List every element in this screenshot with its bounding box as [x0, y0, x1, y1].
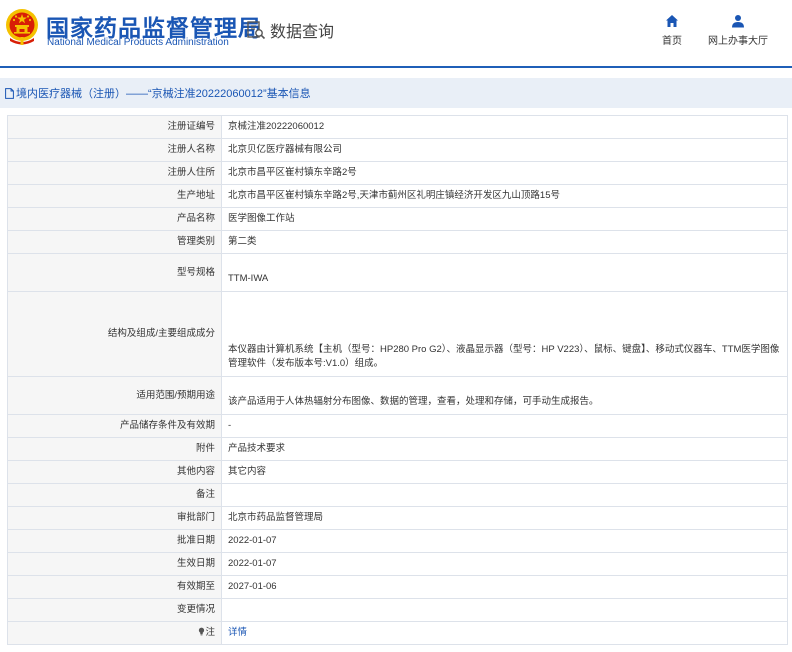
table-row: 批准日期 2022-01-07	[7, 529, 788, 553]
row-label: 注册证编号	[7, 115, 222, 139]
row-label: 审批部门	[7, 506, 222, 530]
row-value: 医学图像工作站	[221, 207, 788, 231]
table-row: 生产地址 北京市昌平区崔村镇东辛路2号,天津市蓟州区礼明庄镇经济开发区九山顶路1…	[7, 184, 788, 208]
row-label: 备注	[7, 483, 222, 507]
table-row: 注册证编号 京械注准20222060012	[7, 115, 788, 139]
row-label: 批准日期	[7, 529, 222, 553]
data-query-link[interactable]: 数据查询	[246, 18, 334, 42]
row-label: 注册人名称	[7, 138, 222, 162]
row-label-text: 注	[205, 627, 215, 638]
table-row: 产品名称 医学图像工作站	[7, 207, 788, 231]
row-value: 该产品适用于人体热辐射分布图像、数据的管理，查看，处理和存储，可手动生成报告。	[221, 376, 788, 415]
row-label-note: 注	[7, 621, 222, 645]
row-label: 适用范围/预期用途	[7, 376, 222, 415]
row-value: 京械注准20222060012	[221, 115, 788, 139]
row-label: 管理类别	[7, 230, 222, 254]
row-label: 型号规格	[7, 253, 222, 292]
data-query-label: 数据查询	[270, 24, 335, 41]
row-value: 北京市昌平区崔村镇东辛路2号,天津市蓟州区礼明庄镇经济开发区九山顶路15号	[221, 184, 788, 208]
row-value: 北京贝亿医疗器械有限公司	[221, 138, 788, 162]
nav-online-hall-label: 网上办事大厅	[708, 36, 768, 47]
document-icon	[5, 87, 14, 99]
document-search-icon	[247, 21, 266, 40]
detail-table: 注册证编号 京械注准20222060012 注册人名称 北京贝亿医疗器械有限公司…	[7, 115, 788, 645]
table-row: 变更情况	[7, 598, 788, 622]
table-row: 管理类别 第二类	[7, 230, 788, 254]
table-row: 注 详情	[7, 621, 788, 645]
details-link[interactable]: 详情	[221, 621, 788, 645]
table-row: 型号规格 TTM-IWA	[7, 253, 788, 292]
breadcrumb-text: 境内医疗器械（注册）——“京械注准20222060012”基本信息	[16, 88, 311, 100]
row-value: 2022-01-07	[221, 552, 788, 576]
site-header: 国家药品监督管理局 National Medical Products Admi…	[0, 0, 792, 68]
table-row: 附件 产品技术要求	[7, 437, 788, 461]
nav-home-label: 首页	[662, 36, 682, 47]
table-row: 审批部门 北京市药品监督管理局	[7, 506, 788, 530]
table-row: 注册人名称 北京贝亿医疗器械有限公司	[7, 138, 788, 162]
row-label: 变更情况	[7, 598, 222, 622]
row-label: 产品储存条件及有效期	[7, 414, 222, 438]
row-value: -	[221, 414, 788, 438]
table-row: 适用范围/预期用途 该产品适用于人体热辐射分布图像、数据的管理，查看，处理和存储…	[7, 376, 788, 415]
table-row: 备注	[7, 483, 788, 507]
nav-online-hall[interactable]: 网上办事大厅	[706, 14, 770, 47]
table-row: 有效期至 2027-01-06	[7, 575, 788, 599]
table-row: 生效日期 2022-01-07	[7, 552, 788, 576]
table-row: 产品储存条件及有效期 -	[7, 414, 788, 438]
user-icon	[732, 15, 744, 28]
row-label: 其他内容	[7, 460, 222, 484]
row-label: 生产地址	[7, 184, 222, 208]
row-value: TTM-IWA	[221, 253, 788, 292]
detail-table-wrapper: 注册证编号 京械注准20222060012 注册人名称 北京贝亿医疗器械有限公司…	[7, 115, 788, 645]
org-name-en: National Medical Products Administration	[47, 37, 229, 48]
row-label: 有效期至	[7, 575, 222, 599]
national-emblem-icon	[6, 9, 38, 45]
row-label: 结构及组成/主要组成成分	[7, 291, 222, 377]
home-icon	[666, 15, 678, 27]
breadcrumb: 境内医疗器械（注册）——“京械注准20222060012”基本信息	[0, 78, 792, 108]
row-label: 附件	[7, 437, 222, 461]
row-value: 第二类	[221, 230, 788, 254]
row-value	[221, 483, 788, 507]
table-row: 结构及组成/主要组成成分 本仪器由计算机系统【主机（型号：HP280 Pro G…	[7, 291, 788, 377]
row-value: 2022-01-07	[221, 529, 788, 553]
table-row: 其他内容 其它内容	[7, 460, 788, 484]
row-value: 本仪器由计算机系统【主机（型号：HP280 Pro G2）、液晶显示器（型号：H…	[221, 291, 788, 377]
row-value: 其它内容	[221, 460, 788, 484]
table-row: 注册人住所 北京市昌平区崔村镇东辛路2号	[7, 161, 788, 185]
row-label: 生效日期	[7, 552, 222, 576]
row-value: 产品技术要求	[221, 437, 788, 461]
nav-home[interactable]: 首页	[656, 14, 688, 47]
row-label: 注册人住所	[7, 161, 222, 185]
row-label: 产品名称	[7, 207, 222, 231]
row-value: 北京市药品监督管理局	[221, 506, 788, 530]
row-value: 2027-01-06	[221, 575, 788, 599]
row-value: 北京市昌平区崔村镇东辛路2号	[221, 161, 788, 185]
row-value	[221, 598, 788, 622]
